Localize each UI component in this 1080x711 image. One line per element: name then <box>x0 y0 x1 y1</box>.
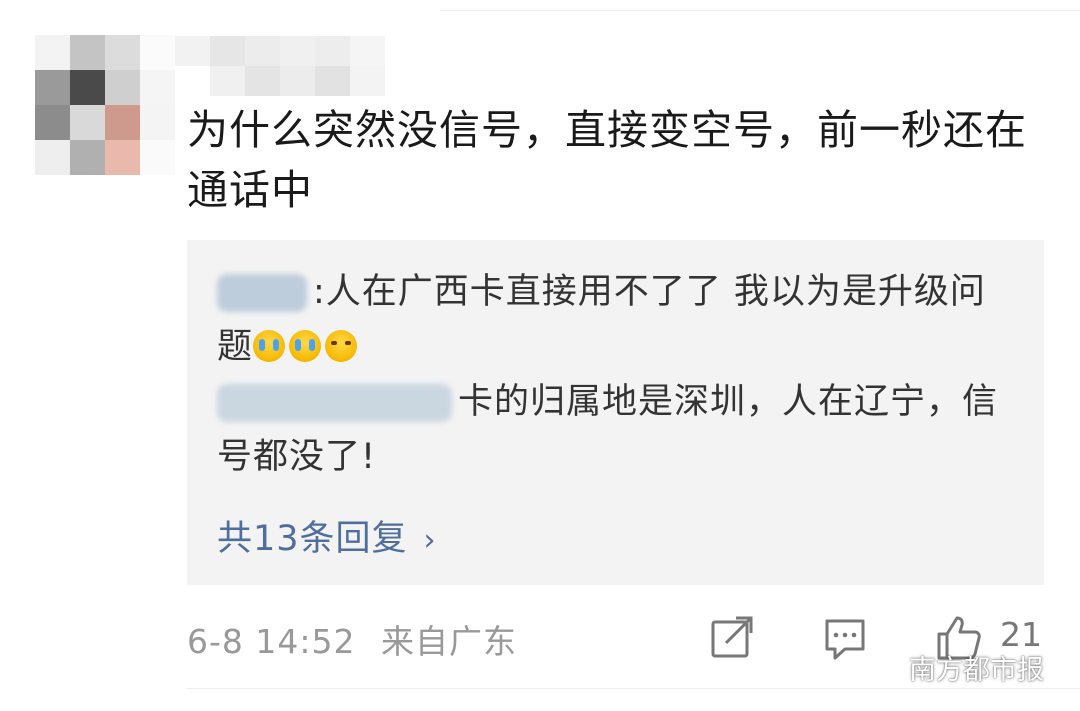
view-more-replies-link[interactable]: 共13条回复 › <box>217 510 437 561</box>
more-replies-label: 共13条回复 <box>217 519 408 559</box>
reply-author-blurred[interactable] <box>217 274 307 312</box>
crying-face-icon <box>253 330 286 362</box>
crying-face-icon <box>289 330 322 362</box>
reply-item[interactable]: 卡的归属地是深圳，人在辽宁，信号都没了! <box>217 375 1017 485</box>
wechat-icon <box>863 651 902 682</box>
watermark: 南方都市报 <box>863 647 1044 687</box>
avatar[interactable] <box>35 35 175 175</box>
bottom-divider <box>187 688 1080 689</box>
comment-location: 来自广东 <box>381 622 517 661</box>
share-icon[interactable] <box>710 612 754 662</box>
comment-date: 6-8 14:52 <box>187 622 356 661</box>
reply-preview-box[interactable]: :人在广西卡直接用不了了 我以为是升级问题 卡的归属地是深圳，人在辽宁，信号都没… <box>187 240 1044 585</box>
watermark-text: 南方都市报 <box>909 654 1044 686</box>
comment-meta: 6-8 14:52 来自广东 <box>187 615 517 663</box>
reply-author-blurred[interactable] <box>217 384 452 422</box>
chevron-right-icon: › <box>423 523 437 558</box>
name-separator: : <box>313 272 326 312</box>
laughing-crying-face-icon <box>325 330 358 362</box>
top-divider <box>440 10 1080 11</box>
comment-text: 为什么突然没信号，直接变空号，前一秒还在通话中 <box>187 106 1027 214</box>
reply-item[interactable]: :人在广西卡直接用不了了 我以为是升级问题 <box>217 265 1017 375</box>
username-blurred[interactable] <box>175 36 385 96</box>
comment-icon[interactable] <box>823 612 867 662</box>
